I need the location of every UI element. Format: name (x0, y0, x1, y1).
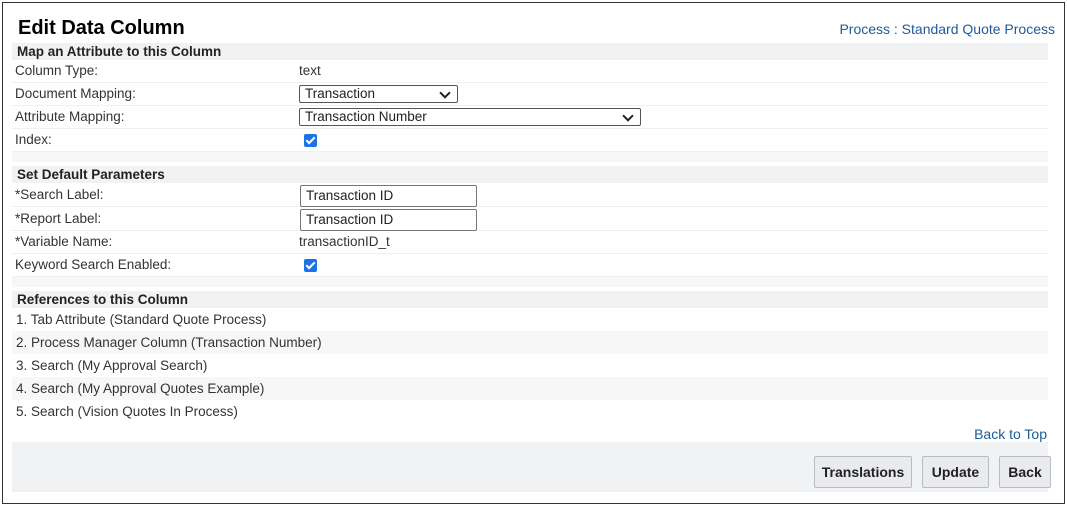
attribute-mapping-select[interactable]: Transaction Number (299, 108, 641, 126)
section-heading: References to this Column (12, 291, 1048, 308)
index-label: Index: (15, 132, 52, 147)
section-heading: Map an Attribute to this Column (12, 43, 1048, 60)
report-label-label: *Report Label: (15, 211, 102, 226)
attribute-mapping-label: Attribute Mapping: (15, 109, 125, 124)
variable-name-value: transactionID_t (299, 234, 390, 249)
keyword-search-label: Keyword Search Enabled: (15, 257, 172, 272)
column-type-label: Column Type: (15, 63, 99, 78)
section-heading: Set Default Parameters (12, 166, 1048, 183)
reference-item: 3. Search (My Approval Search) (12, 354, 1048, 377)
variable-name-label: *Variable Name: (15, 234, 113, 249)
index-checkbox[interactable] (304, 134, 317, 147)
reference-item: 4. Search (My Approval Quotes Example) (12, 377, 1048, 400)
chevron-down-icon (622, 110, 634, 122)
back-button[interactable]: Back (999, 456, 1051, 488)
search-label-row: *Search Label: Transaction ID (12, 183, 1048, 207)
translations-button[interactable]: Translations (814, 456, 912, 488)
spacer (12, 152, 1048, 162)
keyword-search-row: Keyword Search Enabled: (12, 254, 1048, 277)
back-to-top-link[interactable]: Back to Top (974, 426, 1047, 442)
attribute-mapping-row: Attribute Mapping: Transaction Number (12, 106, 1048, 129)
report-label-row: *Report Label: Transaction ID (12, 207, 1048, 231)
document-mapping-selected: Transaction (305, 86, 376, 101)
footer-action-bar: Translations Update Back (12, 442, 1051, 492)
variable-name-row: *Variable Name: transactionID_t (12, 231, 1048, 254)
document-mapping-select[interactable]: Transaction (299, 85, 458, 103)
spacer (12, 277, 1048, 287)
report-label-input[interactable]: Transaction ID (300, 209, 477, 231)
chevron-down-icon (439, 87, 451, 99)
reference-item: 1. Tab Attribute (Standard Quote Process… (12, 308, 1048, 331)
update-button[interactable]: Update (922, 456, 989, 488)
reference-item: 2. Process Manager Column (Transaction N… (12, 331, 1048, 354)
references-list: 1. Tab Attribute (Standard Quote Process… (12, 308, 1048, 423)
default-parameters-section: Set Default Parameters *Search Label: Tr… (12, 166, 1048, 287)
keyword-search-checkbox[interactable] (304, 259, 317, 272)
index-row: Index: (12, 129, 1048, 152)
process-breadcrumb-link[interactable]: Process : Standard Quote Process (839, 21, 1055, 37)
document-mapping-label: Document Mapping: (15, 86, 136, 101)
document-mapping-row: Document Mapping: Transaction (12, 83, 1048, 106)
search-label-label: *Search Label: (15, 187, 104, 202)
reference-item: 5. Search (Vision Quotes In Process) (12, 400, 1048, 423)
page-title: Edit Data Column (18, 17, 185, 39)
column-type-row: Column Type: text (12, 60, 1048, 83)
column-type-value: text (299, 63, 321, 78)
attribute-mapping-selected: Transaction Number (305, 109, 427, 124)
map-attribute-section: Map an Attribute to this Column Column T… (12, 43, 1048, 162)
references-section: References to this Column 1. Tab Attribu… (12, 291, 1048, 423)
search-label-input[interactable]: Transaction ID (300, 185, 477, 207)
